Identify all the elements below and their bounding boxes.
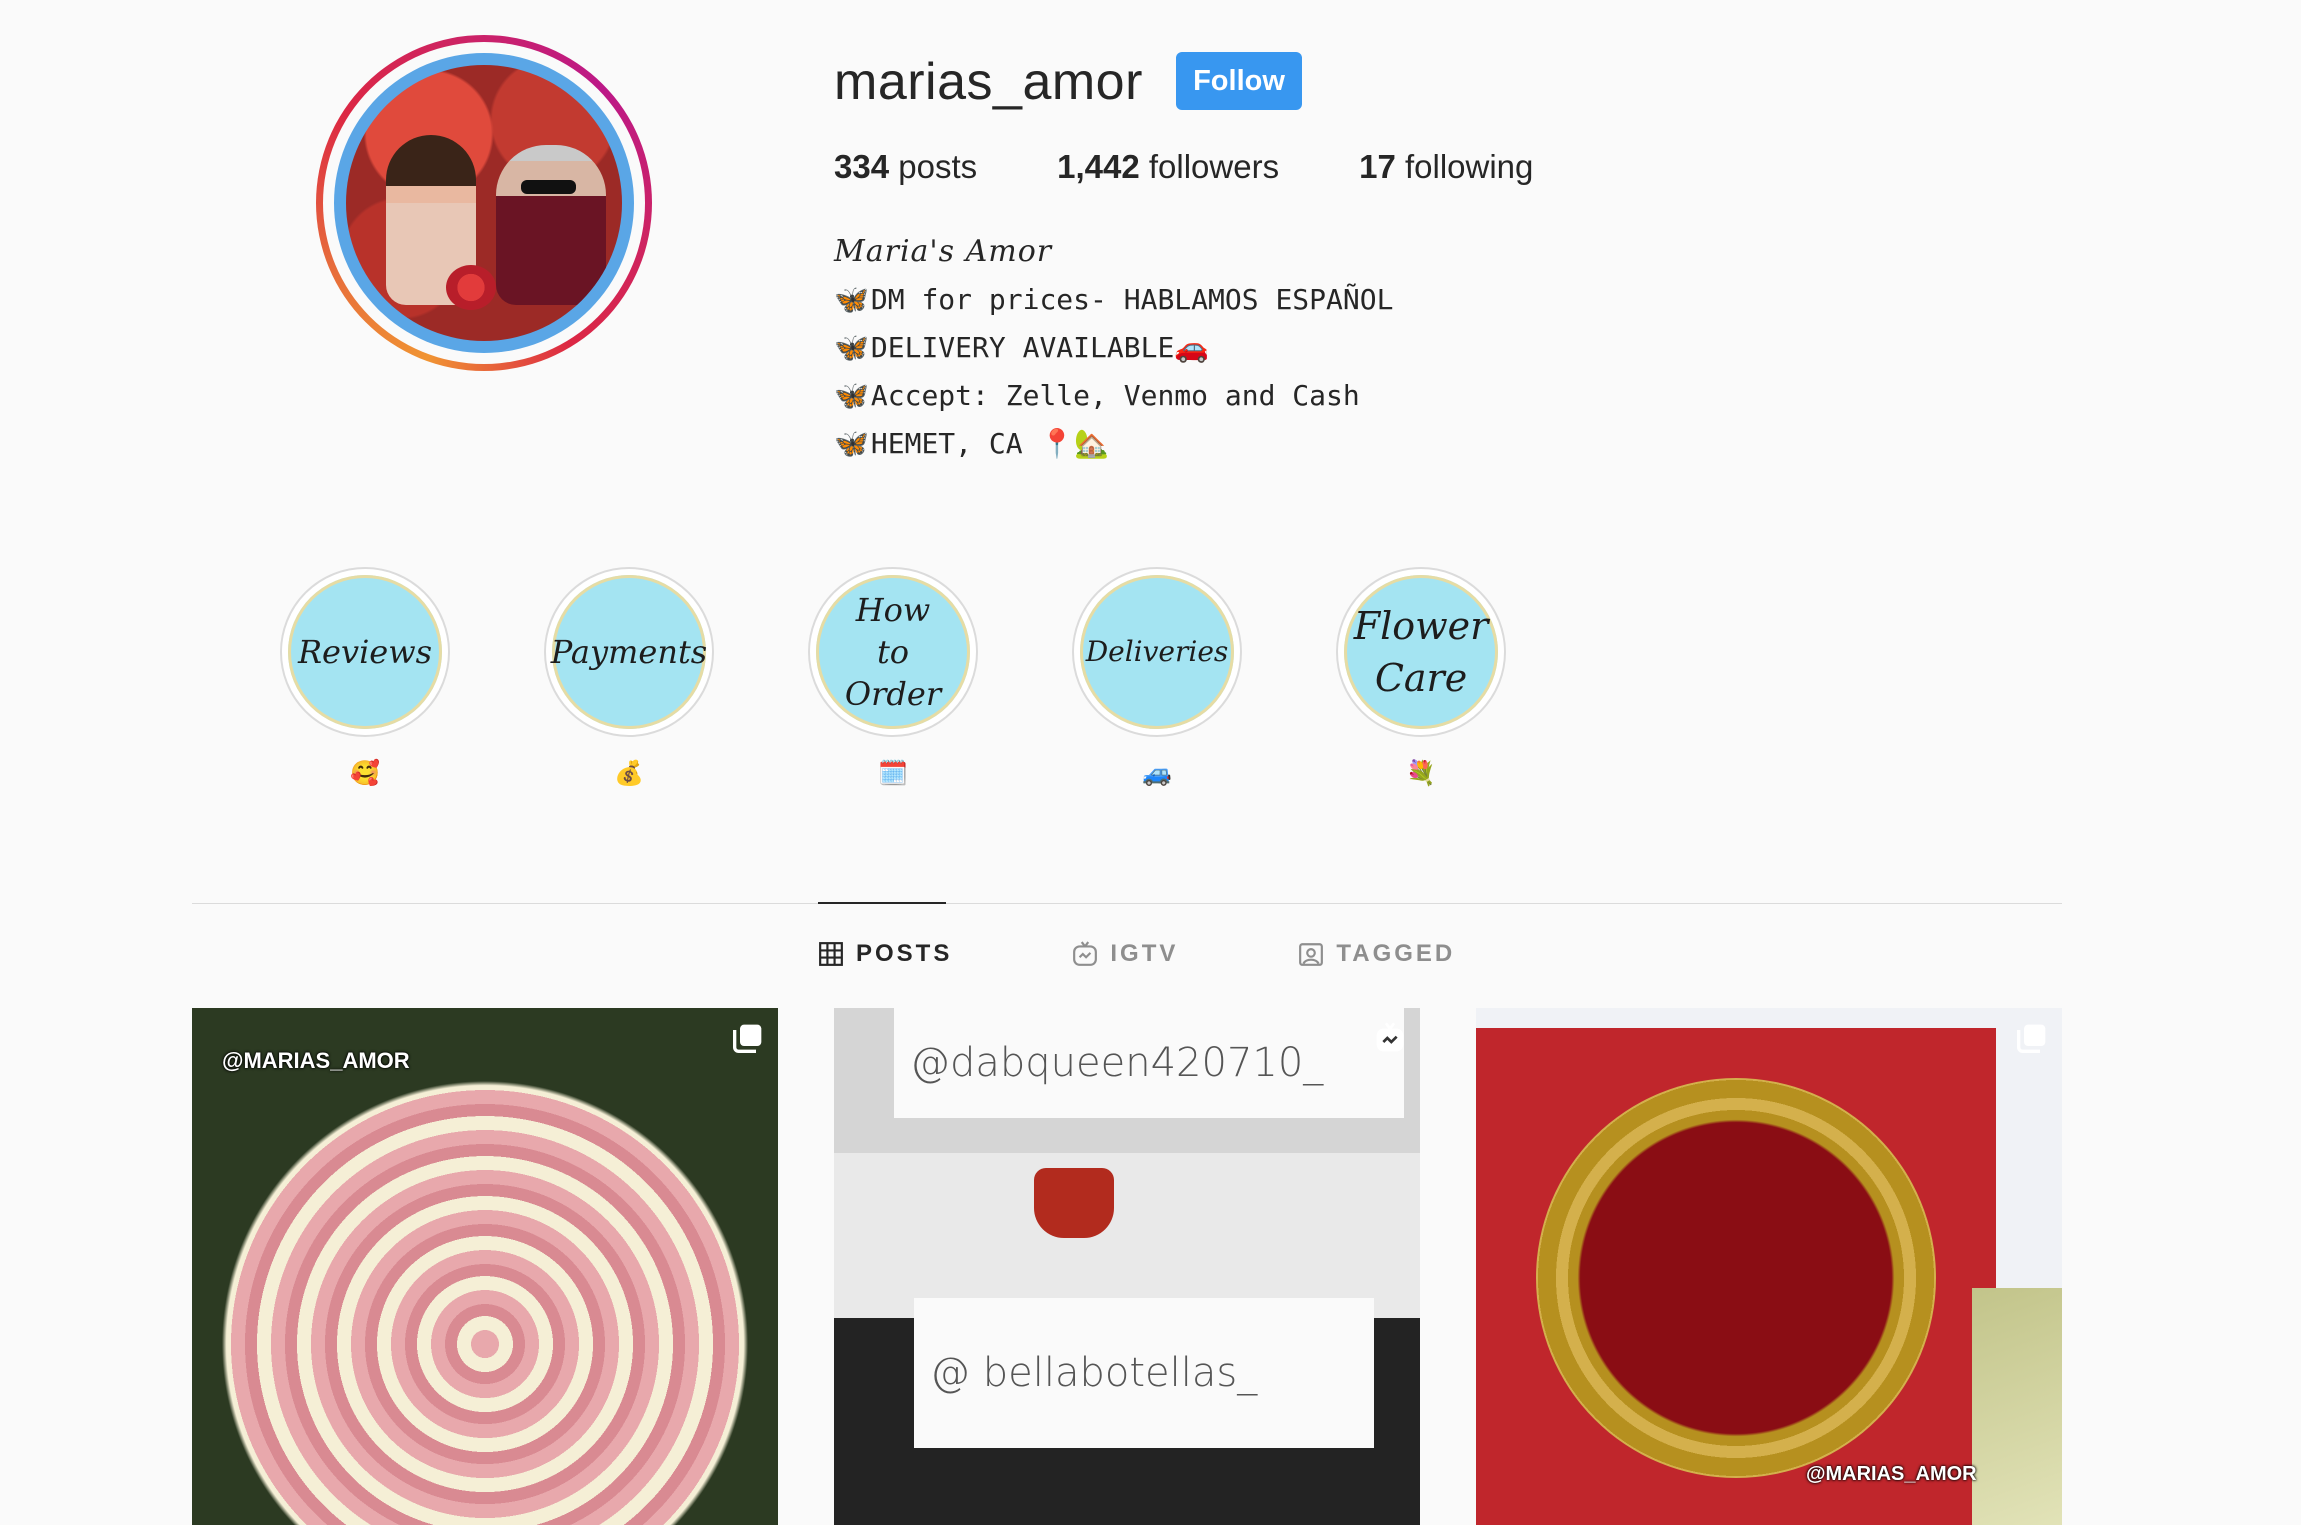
highlight-ring: Deliveries: [1072, 567, 1242, 737]
highlight-ring: Payments: [544, 567, 714, 737]
posts-count-value: 334: [834, 148, 890, 185]
highlight-ring: How to Order: [808, 567, 978, 737]
highlight-label: 💰: [614, 760, 644, 787]
post-mug: [1034, 1168, 1114, 1238]
tab-label: TAGGED: [1336, 940, 1456, 967]
highlight-flower-care[interactable]: Flower Care 💐: [1336, 567, 1506, 793]
butterfly-icon: 🦋: [834, 331, 869, 364]
tab-label: IGTV: [1110, 940, 1179, 967]
following-link[interactable]: 17 following: [1359, 148, 1533, 186]
follow-button[interactable]: Follow: [1176, 52, 1302, 110]
avatar-person: [496, 145, 606, 305]
profile-bio: Maria's Amor 🦋DM for prices- HABLAMOS ES…: [834, 228, 1393, 468]
highlight-ring: Flower Care: [1336, 567, 1506, 737]
pin-house-icon: 📍🏡: [1039, 427, 1110, 460]
following-count-value: 17: [1359, 148, 1396, 185]
story-highlights: Reviews 🥰 Payments 💰 How to Order 🗓️ Del…: [280, 567, 1600, 793]
post-note: @ bellabotellas_: [914, 1298, 1374, 1448]
profile-stats: 334 posts 1,442 followers 17 following: [834, 148, 1613, 186]
avatar-photo: [346, 65, 622, 341]
igtv-icon: [1376, 1022, 1404, 1052]
butterfly-icon: 🦋: [834, 283, 869, 316]
highlight-cover: Payments: [551, 575, 707, 729]
carousel-icon: [2017, 1024, 2046, 1053]
tab-tagged[interactable]: TAGGED: [1298, 940, 1455, 968]
profile-tabs: POSTS IGTV TAGGED: [818, 940, 1575, 968]
following-count-label: following: [1404, 148, 1534, 185]
highlight-cover: Reviews: [288, 575, 442, 729]
highlight-how-to-order[interactable]: How to Order 🗓️: [808, 567, 978, 793]
bio-line: 🦋DELIVERY AVAILABLE🚗: [834, 324, 1393, 372]
carousel-icon: [733, 1024, 762, 1053]
tab-igtv[interactable]: IGTV: [1072, 940, 1178, 968]
butterfly-icon: 🦋: [834, 379, 869, 412]
tab-label: POSTS: [856, 940, 953, 967]
avatar-sunglasses: [521, 180, 576, 194]
igtv-icon: [1073, 941, 1098, 966]
highlight-label: 💐: [1406, 760, 1436, 787]
highlight-cover: How to Order: [816, 575, 970, 729]
post-watermark: @MARIAS_AMOR: [1806, 1463, 1977, 1485]
bio-line-text: Accept: Zelle, Venmo and Cash: [870, 379, 1360, 412]
post-note: @dabqueen420710_: [894, 1008, 1404, 1118]
highlight-label: 🗓️: [878, 760, 908, 787]
highlight-cover: Flower Care: [1344, 575, 1498, 729]
post-thumbnail[interactable]: @MARIAS_AMOR: [1476, 1008, 2062, 1525]
profile-username: marias_amor: [834, 53, 1143, 111]
avatar-bouquet: [446, 265, 496, 310]
post-thumbnail[interactable]: @dabqueen420710_ @ bellabotellas_: [834, 1008, 1420, 1525]
highlight-ring: Reviews: [280, 567, 450, 737]
tab-posts[interactable]: POSTS: [818, 940, 952, 968]
highlight-label: 🚙: [1142, 760, 1172, 787]
highlight-cover: Deliveries: [1080, 575, 1234, 729]
post-watermark: @MARIAS_AMOR: [222, 1048, 410, 1073]
post-ribbon: [1972, 1288, 2062, 1525]
bio-line-text: DELIVERY AVAILABLE: [870, 331, 1175, 364]
bio-line: 🦋Accept: Zelle, Venmo and Cash: [834, 372, 1393, 420]
car-icon: 🚗: [1174, 331, 1210, 364]
bio-line: 🦋DM for prices- HABLAMOS ESPAÑOL: [834, 276, 1393, 324]
highlight-deliveries[interactable]: Deliveries 🚙: [1072, 567, 1242, 793]
grid-icon: [819, 942, 843, 966]
followers-count-value: 1,442: [1057, 148, 1140, 185]
highlight-reviews[interactable]: Reviews 🥰: [280, 567, 450, 793]
bio-line-text: HEMET, CA: [870, 427, 1040, 460]
profile-avatar[interactable]: [316, 35, 652, 371]
tabs-divider: [192, 903, 2062, 904]
post-thumbnail[interactable]: @MARIAS_AMOR: [192, 1008, 778, 1525]
post-rose-heart: [1536, 1078, 1936, 1478]
highlight-label: 🥰: [350, 760, 380, 787]
followers-count-label: followers: [1148, 148, 1280, 185]
bio-name: Maria's Amor: [834, 234, 1053, 269]
highlight-payments[interactable]: Payments 💰: [544, 567, 714, 793]
tagged-icon: [1299, 943, 1324, 966]
butterfly-icon: 🦋: [834, 427, 869, 460]
active-tab-indicator: [818, 902, 946, 904]
followers-link[interactable]: 1,442 followers: [1057, 148, 1279, 186]
posts-count-label: posts: [898, 148, 978, 185]
posts-count: 334 posts: [834, 148, 977, 186]
bio-line: 🦋HEMET, CA 📍🏡: [834, 420, 1393, 468]
bio-line-text: DM for prices- HABLAMOS ESPAÑOL: [870, 283, 1394, 316]
